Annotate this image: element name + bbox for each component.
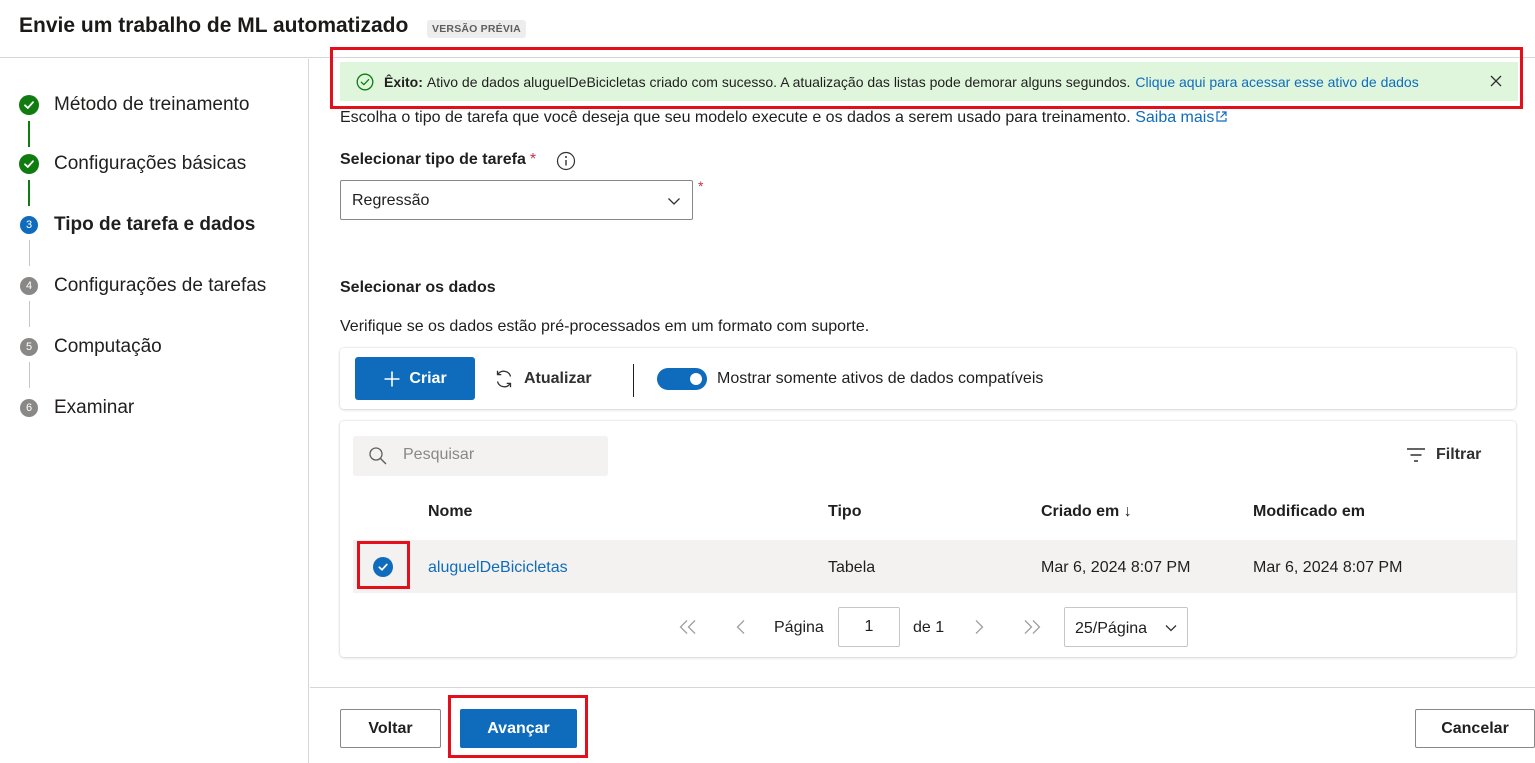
row-created: Mar 6, 2024 8:07 PM [1041,559,1191,576]
row-type: Tabela [828,559,876,576]
next-button[interactable]: Avançar [460,709,577,748]
page-number-input[interactable]: 1 [838,607,900,647]
alert-message: Ativo de dados aluguelDeBicicletas criad… [426,73,1131,90]
chevron-down-icon [666,193,682,209]
page-size-value: 25/Página [1075,620,1148,637]
step-connector [29,301,30,327]
compatible-only-toggle[interactable] [657,368,707,390]
step-configuracoes-de-tarefas[interactable]: 4 Configurações de tarefas [0,265,309,305]
required-marker: * [529,151,537,168]
search-input[interactable] [403,446,593,464]
footer-divider [310,687,1535,688]
column-header-created[interactable]: Criado em ↓ [1041,503,1132,521]
cancel-button[interactable]: Cancelar [1415,709,1535,748]
create-button[interactable]: Criar [355,357,475,400]
page-size-dropdown[interactable]: 25/Página [1064,607,1188,647]
step-tipo-de-tarefa-e-dados[interactable]: 3 Tipo de tarefa e dados [0,204,309,244]
data-section-description: Verifique se os dados estão pré-processa… [340,318,870,335]
last-page-icon[interactable] [1020,619,1042,640]
step-metodo-de-treinamento[interactable]: Método de treinamento [0,84,309,124]
success-alert: Êxito: Ativo de dados aluguelDeBicicleta… [340,62,1518,101]
task-type-dropdown[interactable]: Regressão [340,180,693,220]
alert-link[interactable]: Clique aqui para acessar esse ativo de d… [1135,74,1418,90]
step-label: Examinar [54,397,135,418]
data-assets-table: Filtrar Nome Tipo Criado em ↓ Modificado… [340,421,1516,657]
step-label: Tipo de tarefa e dados [54,214,256,235]
preview-badge: VERSÃO PRÉVIA [427,20,526,38]
wizard-sidebar: Método de treinamento Configurações bási… [0,59,309,763]
task-type-value: Regressão [352,192,430,209]
toggle-label: Mostrar somente ativos de dados compatív… [717,370,1044,387]
column-header-modified[interactable]: Modificado em [1253,503,1365,521]
step-label: Configurações básicas [54,153,247,174]
search-icon [368,446,388,471]
step-label: Método de treinamento [54,94,250,115]
success-check-icon [355,72,375,92]
step-connector [29,362,30,388]
step-configuracoes-basicas[interactable]: Configurações básicas [0,143,309,183]
page-total: de 1 [913,619,945,636]
page-title: Envie um trabalho de ML automatizado [19,14,409,37]
check-circle-icon [19,154,39,174]
data-toolbar: Criar Atualizar Mostrar somente ativos d… [340,348,1516,409]
plus-icon [383,370,401,388]
step-examinar[interactable]: 6 Examinar [0,387,309,427]
column-header-type[interactable]: Tipo [828,503,861,521]
close-icon[interactable] [1487,72,1505,90]
step-number-badge: 6 [20,399,38,417]
toolbar-divider [633,364,634,397]
step-connector [29,240,30,266]
intro-text: Escolha o tipo de tarefa que você deseja… [340,109,1228,127]
filter-button[interactable]: Filtrar [1406,446,1481,464]
task-type-label: Selecionar tipo de tarefa * [340,151,537,168]
filter-icon [1406,447,1426,463]
refresh-icon [493,368,515,390]
refresh-label: Atualizar [524,369,592,387]
alert-title: Êxito: [384,73,423,90]
filter-label: Filtrar [1436,446,1482,463]
first-page-icon[interactable] [678,619,700,640]
info-icon[interactable] [556,151,576,171]
step-number-badge: 3 [20,216,38,234]
step-label: Computação [54,336,162,357]
search-box[interactable] [353,436,608,476]
back-button[interactable]: Voltar [340,709,441,748]
next-page-icon[interactable] [972,619,986,640]
previous-page-icon[interactable] [734,619,748,640]
step-number-badge: 5 [20,338,38,356]
step-computacao[interactable]: 5 Computação [0,326,309,366]
learn-more-link[interactable]: Saiba mais [1135,109,1228,126]
required-marker: * [698,178,704,194]
page-label: Página [774,619,824,636]
create-label: Criar [409,369,447,387]
step-label: Configurações de tarefas [54,275,267,296]
toggle-knob [690,373,702,385]
row-modified: Mar 6, 2024 8:07 PM [1253,559,1403,576]
row-selected-checkbox[interactable] [373,557,393,577]
chevron-down-icon [1164,621,1178,640]
row-name-link[interactable]: aluguelDeBicicletas [428,559,568,577]
refresh-button[interactable]: Atualizar [493,357,592,400]
step-connector [28,180,30,206]
check-circle-icon [19,95,39,115]
column-header-name[interactable]: Nome [428,503,472,521]
intro-description: Escolha o tipo de tarefa que você deseja… [340,109,1131,126]
step-number-badge: 4 [20,277,38,295]
external-link-icon [1216,111,1227,122]
data-section-title: Selecionar os dados [340,279,496,296]
